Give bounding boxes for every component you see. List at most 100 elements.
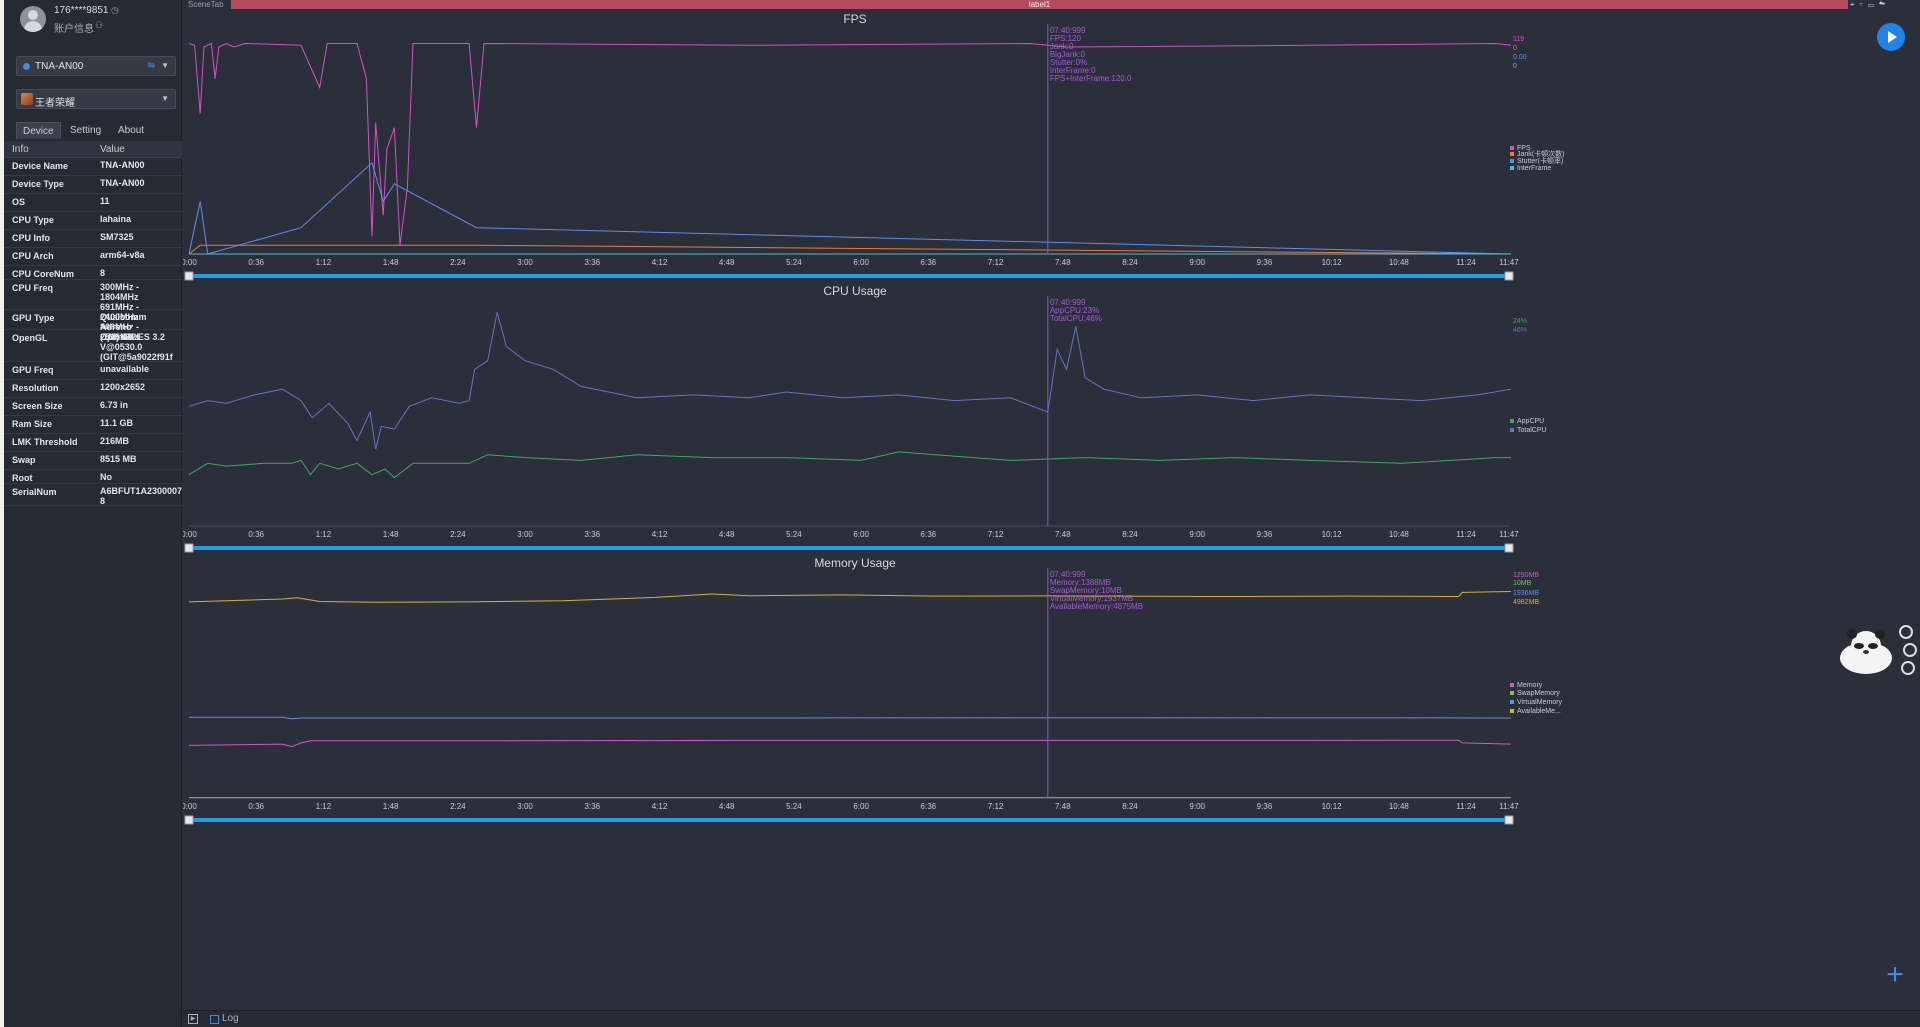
info-value: 6.73 in bbox=[100, 400, 129, 410]
info-value: 11.1 GB bbox=[100, 418, 134, 428]
x-tick-label: 1:48 bbox=[383, 802, 399, 811]
column-header-info: Info bbox=[12, 144, 29, 155]
x-tick-label: 9:00 bbox=[1189, 802, 1205, 811]
series-line-appcpu bbox=[188, 451, 1511, 479]
x-tick-label: 6:00 bbox=[853, 802, 869, 811]
x-tick-label: 3:00 bbox=[517, 530, 533, 539]
pin-icon[interactable]: ▿ bbox=[1860, 0, 1868, 9]
x-tick-label: 6:00 bbox=[853, 530, 869, 539]
y-tick-label: 50 bbox=[183, 162, 184, 171]
legend-label: AppCPU bbox=[1517, 418, 1544, 425]
x-tick-label: 11:24 bbox=[1456, 802, 1476, 811]
info-value: A6BFUT1A2300007 8 bbox=[100, 486, 183, 506]
y-tick-label: 3,500 bbox=[183, 649, 184, 658]
table-row: GPU Type Qualcomm Adreno (TM) 642L bbox=[4, 310, 182, 342]
current-value: 4982MB bbox=[1513, 599, 1539, 606]
info-key: Ram Size bbox=[12, 419, 53, 429]
current-value: 10MB bbox=[1513, 580, 1532, 587]
info-key: GPU Type bbox=[12, 313, 55, 323]
series-line-jank bbox=[188, 244, 1511, 255]
x-tick-label: 8:24 bbox=[1122, 258, 1138, 267]
x-tick-label: 7:12 bbox=[988, 802, 1004, 811]
x-tick-label: 5:24 bbox=[786, 802, 802, 811]
table-row: CPU Info SM7325 bbox=[4, 230, 182, 248]
location-icon[interactable]: ⌖ bbox=[1850, 0, 1860, 9]
x-tick-label: 4:12 bbox=[652, 802, 668, 811]
y-tick-label: 70 bbox=[183, 323, 184, 332]
x-tick-label: 2:24 bbox=[450, 802, 466, 811]
x-tick-label: 3:00 bbox=[517, 258, 533, 267]
log-checkbox[interactable] bbox=[210, 1015, 219, 1024]
legend-swatch bbox=[1510, 159, 1514, 163]
window-toolbar[interactable]: ⌖▿▭☁ bbox=[1850, 0, 1920, 9]
y-tick-label: 4,000 bbox=[183, 628, 184, 637]
cursor-tooltip-line: TotalCPU:46% bbox=[1050, 314, 1102, 323]
table-row: CPU Type lahaina bbox=[4, 212, 182, 230]
x-tick-label: 11:47 bbox=[1499, 530, 1519, 539]
x-tick-label: 4:12 bbox=[652, 258, 668, 267]
current-value: 24% bbox=[1513, 318, 1527, 325]
mascot-icon bbox=[1840, 625, 1917, 675]
info-key: SerialNum bbox=[12, 487, 57, 497]
x-tick-label: 6:36 bbox=[921, 802, 937, 811]
y-tick-label: 30 bbox=[183, 437, 184, 446]
info-value: 1200x2652 bbox=[100, 382, 146, 392]
tab-label1[interactable]: label1 bbox=[231, 0, 1848, 9]
y-tick-label: 500 bbox=[183, 773, 184, 782]
table-row: Screen Size 6.73 in bbox=[4, 398, 182, 416]
x-tick-label: 6:36 bbox=[921, 530, 937, 539]
tab-setting[interactable]: Setting bbox=[64, 122, 107, 139]
current-value: 0.00 bbox=[1513, 54, 1527, 61]
x-tick-label: 10:12 bbox=[1322, 530, 1343, 539]
current-value: 0 bbox=[1513, 45, 1517, 52]
x-tick-label: 7:48 bbox=[1055, 530, 1071, 539]
info-value: SM7325 bbox=[100, 232, 134, 242]
play-button[interactable] bbox=[1877, 23, 1905, 51]
x-tick-label: 0:36 bbox=[248, 802, 264, 811]
device-select[interactable]: TNA-AN00 ⇋ ▼ bbox=[16, 56, 176, 76]
app-select-value: 王者荣耀 bbox=[35, 98, 75, 109]
app-select[interactable]: 王者荣耀 ▼ bbox=[16, 89, 176, 109]
x-tick-label: 10:48 bbox=[1389, 530, 1410, 539]
chart-title: CPU Usage bbox=[823, 284, 887, 298]
x-tick-label: 7:48 bbox=[1055, 258, 1071, 267]
add-button[interactable]: + bbox=[1882, 960, 1908, 990]
screenshot-icon[interactable]: ▶ bbox=[188, 1014, 198, 1024]
x-tick-label: 11:47 bbox=[1499, 258, 1519, 267]
info-key: LMK Threshold bbox=[12, 437, 78, 447]
avatar[interactable] bbox=[20, 6, 46, 32]
y-tick-label: 110 bbox=[183, 57, 184, 66]
y-tick-label: 2,500 bbox=[183, 690, 184, 699]
legend-label: InterFrame bbox=[1517, 165, 1551, 172]
x-tick-label: 0:00 bbox=[183, 530, 197, 539]
y-tick-label: 4,500 bbox=[183, 607, 184, 616]
charts-area: FPSFPS01020304050607080901001101201300:0… bbox=[156, 10, 1920, 1010]
info-value: 8 bbox=[100, 268, 106, 278]
table-header: Info Value bbox=[4, 141, 182, 158]
x-tick-label: 11:47 bbox=[1499, 802, 1519, 811]
x-tick-label: 4:48 bbox=[719, 258, 735, 267]
account-info-link[interactable]: 账户信息 bbox=[54, 20, 94, 35]
x-tick-label: 3:36 bbox=[584, 258, 600, 267]
info-value: OpenGL ES 3.2 V@0530.0 (GIT@5a9022f91f bbox=[100, 332, 173, 362]
info-key: Swap bbox=[12, 455, 36, 465]
slider-handle-right bbox=[1504, 543, 1514, 553]
x-tick-label: 1:48 bbox=[383, 530, 399, 539]
user-info[interactable]: 176****9851 ◷ 账户信息 ⚇ bbox=[16, 3, 176, 37]
info-value: TNA-AN00 bbox=[100, 178, 145, 188]
y-tick-label: 100 bbox=[183, 75, 184, 84]
device-select-value: TNA-AN00 bbox=[35, 61, 84, 72]
x-tick-label: 9:00 bbox=[1189, 530, 1205, 539]
window-icon[interactable]: ▭ bbox=[1868, 0, 1879, 9]
info-value: 216MB bbox=[100, 436, 130, 446]
table-row: OS 11 bbox=[4, 194, 182, 212]
tab-device[interactable]: Device bbox=[16, 122, 61, 139]
cloud-icon[interactable]: ☁ bbox=[1879, 0, 1890, 9]
info-key: Device Type bbox=[12, 179, 64, 189]
y-tick-label: 40 bbox=[183, 180, 184, 189]
y-tick-label: 20 bbox=[183, 215, 184, 224]
tab-about[interactable]: About bbox=[112, 122, 150, 139]
y-tick-label: 5,500 bbox=[183, 566, 184, 575]
timeline-slider bbox=[189, 818, 1509, 822]
tab-scene[interactable]: SceneTab bbox=[183, 0, 231, 9]
